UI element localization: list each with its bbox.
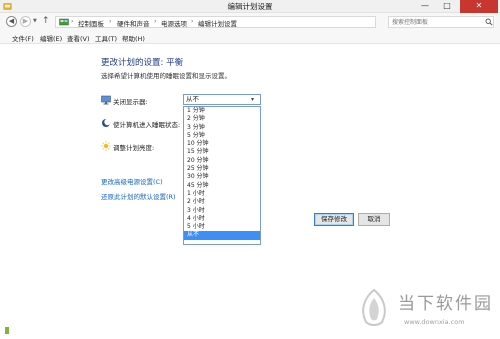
minimize-button[interactable]: — bbox=[414, 0, 436, 13]
menu-file[interactable]: 文件(F) bbox=[12, 33, 34, 43]
sleep-label: 使计算机进入睡眠状态: bbox=[113, 121, 181, 129]
breadcrumb-control-panel[interactable]: 控制面板 bbox=[78, 18, 104, 28]
maximize-button[interactable]: □ bbox=[436, 0, 458, 13]
breadcrumb-separator-icon: › bbox=[191, 18, 194, 25]
downxia-logo bbox=[362, 288, 386, 326]
chevron-down-icon: ▾ bbox=[251, 96, 255, 103]
recent-locations-chevron-icon[interactable]: ▼ bbox=[33, 18, 37, 24]
address-bar: ◀ ▶ ▼ ↑ › 控制面板 › 硬件和声音 › 电源选项 › 编辑计划设置 ▼… bbox=[0, 13, 500, 31]
breadcrumb-hardware-sound[interactable]: 硬件和声音 bbox=[117, 18, 150, 28]
save-changes-button[interactable]: 保存修改 bbox=[314, 213, 354, 226]
back-button[interactable]: ◀ bbox=[6, 16, 17, 27]
control-panel-icon bbox=[59, 18, 69, 26]
turn-off-display-select[interactable]: 从不 ▾ bbox=[183, 94, 261, 105]
menu-edit[interactable]: 编辑(E) bbox=[40, 33, 62, 43]
page-title: 更改计划的设置: 平衡 bbox=[101, 58, 184, 68]
menu-tools[interactable]: 工具(T) bbox=[95, 33, 117, 43]
dropdown-option[interactable]: 5 小时 bbox=[184, 223, 260, 231]
dropdown-option[interactable]: 15 分钟 bbox=[184, 148, 260, 156]
forward-button[interactable]: ▶ bbox=[20, 16, 31, 27]
dropdown-option[interactable]: 45 分钟 bbox=[184, 182, 260, 190]
dropdown-option[interactable]: 3 分钟 bbox=[184, 124, 260, 132]
menu-help[interactable]: 帮助(H) bbox=[122, 33, 145, 43]
dropdown-option[interactable]: 4 小时 bbox=[184, 215, 260, 223]
dropdown-option[interactable]: 3 小时 bbox=[184, 207, 260, 215]
turn-off-display-value: 从不 bbox=[186, 95, 199, 103]
dropdown-option[interactable]: 2 小时 bbox=[184, 198, 260, 206]
corner-decoration-icon bbox=[5, 327, 9, 334]
watermark-title: 当下软件园 bbox=[398, 294, 493, 314]
cancel-button[interactable]: 取消 bbox=[358, 213, 390, 226]
moon-icon bbox=[102, 118, 111, 127]
turn-off-display-options: 1 分钟 2 分钟 3 分钟 5 分钟 10 分钟 15 分钟 20 分钟 25 分钟 30 分… bbox=[183, 106, 261, 245]
dropdown-option[interactable]: 20 分钟 bbox=[184, 157, 260, 165]
dropdown-option[interactable]: 2 分钟 bbox=[184, 115, 260, 123]
menu-view[interactable]: 查看(V) bbox=[67, 33, 90, 43]
breadcrumb-separator-icon: › bbox=[71, 18, 74, 25]
dropdown-option[interactable]: 5 分钟 bbox=[184, 132, 260, 140]
search-icon[interactable] bbox=[485, 18, 493, 26]
title-bar: 编辑计划设置 — □ ✕ bbox=[0, 0, 500, 13]
menu-bar: 文件(F) 编辑(E) 查看(V) 工具(T) 帮助(H) bbox=[0, 31, 500, 44]
advanced-power-settings-link[interactable]: 更改高级电源设置(C) bbox=[101, 176, 163, 186]
search-input[interactable] bbox=[392, 18, 482, 27]
breadcrumb[interactable]: › 控制面板 › 硬件和声音 › 电源选项 › 编辑计划设置 ▼ ↻ bbox=[55, 16, 427, 29]
dropdown-option[interactable]: 30 分钟 bbox=[184, 173, 260, 181]
turn-off-display-label: 关闭显示器: bbox=[113, 98, 148, 106]
monitor-icon bbox=[101, 95, 111, 105]
brightness-label: 调整计划亮度: bbox=[113, 144, 155, 152]
breadcrumb-separator-icon: › bbox=[154, 18, 157, 25]
up-arrow-button[interactable]: ↑ bbox=[42, 16, 50, 26]
watermark-url: www.downxia.com bbox=[404, 318, 465, 326]
close-button[interactable]: ✕ bbox=[460, 0, 498, 13]
sun-icon bbox=[101, 141, 111, 151]
breadcrumb-separator-icon: › bbox=[109, 18, 112, 25]
page-description: 选择希望计算机使用的睡眠设置和显示设置。 bbox=[101, 72, 231, 80]
restore-defaults-link[interactable]: 还原此计划的默认设置(R) bbox=[101, 191, 176, 201]
breadcrumb-power-options[interactable]: 电源选项 bbox=[161, 18, 187, 28]
breadcrumb-edit-plan[interactable]: 编辑计划设置 bbox=[198, 18, 237, 28]
dropdown-option[interactable]: 从不 bbox=[184, 231, 260, 240]
search-box bbox=[388, 16, 494, 28]
